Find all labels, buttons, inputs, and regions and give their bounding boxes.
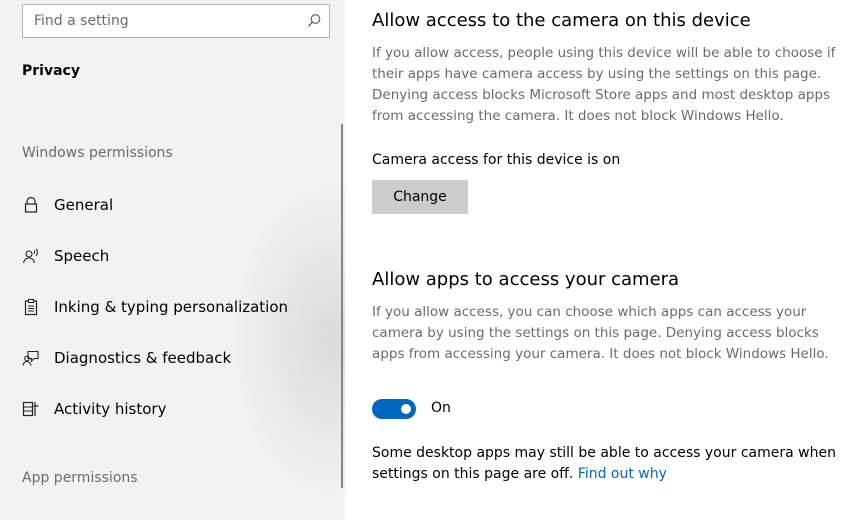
sidebar-item-inking-typing[interactable]: Inking & typing personalization bbox=[0, 287, 340, 327]
search-icon[interactable] bbox=[305, 12, 323, 30]
sidebar-item-label: General bbox=[54, 196, 114, 214]
apps-camera-toggle-row: On bbox=[372, 398, 492, 420]
sidebar-item-label: Inking & typing personalization bbox=[54, 298, 289, 316]
sidebar-item-diagnostics-feedback[interactable]: Diagnostics & feedback bbox=[0, 338, 340, 378]
device-camera-description: If you allow access, people using this d… bbox=[372, 45, 836, 124]
toggle-knob bbox=[401, 404, 411, 414]
clipboard-icon bbox=[22, 298, 40, 316]
sidebar-item-label: Diagnostics & feedback bbox=[54, 349, 232, 367]
change-button[interactable]: Change bbox=[372, 180, 468, 214]
sidebar: Privacy Windows permissions General bbox=[0, 0, 345, 520]
sidebar-item-speech[interactable]: Speech bbox=[0, 236, 340, 276]
sidebar-scrollbar[interactable] bbox=[341, 124, 343, 488]
apps-camera-heading: Allow apps to access your camera bbox=[372, 269, 680, 290]
main-content: Allow access to the camera on this devic… bbox=[345, 0, 860, 520]
search-input[interactable] bbox=[23, 5, 304, 37]
camera-access-status: Camera access for this device is on bbox=[372, 152, 621, 168]
sidebar-item-activity-history[interactable]: Activity history bbox=[0, 389, 340, 429]
desktop-apps-note: Some desktop apps may still be able to a… bbox=[372, 443, 854, 485]
toggle-state-label: On bbox=[431, 400, 451, 416]
activity-icon bbox=[22, 400, 40, 418]
sidebar-item-label: Speech bbox=[54, 247, 110, 265]
section-title: Privacy bbox=[22, 63, 80, 79]
speech-icon bbox=[22, 247, 40, 265]
device-camera-heading: Allow access to the camera on this devic… bbox=[372, 10, 751, 31]
find-out-why-link[interactable]: Find out why bbox=[578, 466, 667, 482]
feedback-icon bbox=[22, 349, 40, 367]
sidebar-item-general[interactable]: General bbox=[0, 185, 340, 225]
group-header-windows-permissions: Windows permissions bbox=[22, 145, 173, 161]
apps-camera-description: If you allow access, you can choose whic… bbox=[372, 304, 829, 362]
lock-icon bbox=[22, 196, 40, 214]
settings-window: Privacy Windows permissions General bbox=[0, 0, 860, 520]
sidebar-item-label: Activity history bbox=[54, 400, 167, 418]
search-box[interactable] bbox=[22, 4, 330, 38]
group-header-app-permissions: App permissions bbox=[22, 470, 138, 486]
apps-camera-toggle[interactable] bbox=[372, 399, 416, 419]
